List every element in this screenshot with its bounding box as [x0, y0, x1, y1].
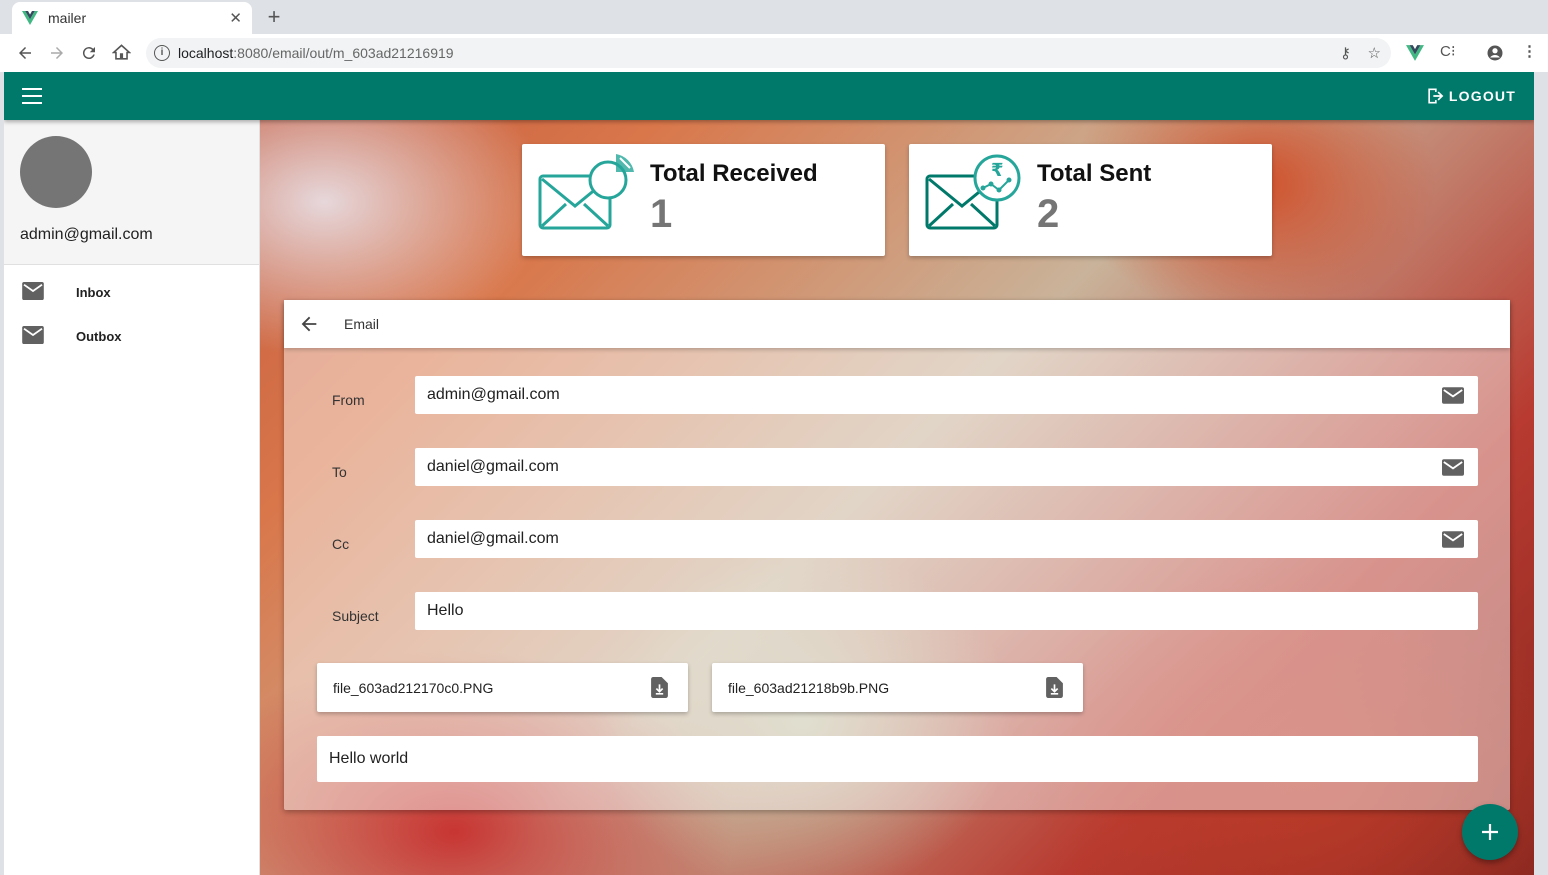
sidebar-item-inbox[interactable]: Inbox	[4, 270, 259, 314]
address-bar[interactable]: i localhost:8080/email/out/m_603ad212169…	[146, 38, 1391, 68]
mail-icon	[22, 326, 44, 344]
sidebar-item-label: Outbox	[76, 328, 122, 344]
email-body-text: Hello world	[329, 750, 409, 767]
logout-label: LOGOUT	[1448, 88, 1516, 104]
cc-field[interactable]: daniel@gmail.com	[415, 520, 1478, 558]
sidebar-item-outbox[interactable]: Outbox	[4, 314, 259, 358]
key-icon[interactable]: ⚷	[1340, 44, 1351, 62]
mail-icon	[1442, 459, 1464, 476]
extension-icon[interactable]: C⁝	[1440, 42, 1456, 60]
subject-field[interactable]: Hello	[415, 592, 1478, 630]
download-file-icon[interactable]	[1046, 677, 1063, 698]
tab-title: mailer	[48, 10, 87, 26]
attachment-chip[interactable]: file_603ad21218b9b.PNG	[712, 663, 1083, 712]
sent-mail-rupee-icon: ₹	[925, 154, 1021, 230]
compose-fab-button[interactable]	[1462, 804, 1518, 860]
home-icon[interactable]	[112, 43, 131, 62]
avatar	[20, 136, 92, 208]
to-field[interactable]: daniel@gmail.com	[415, 448, 1478, 486]
hamburger-menu-icon[interactable]	[22, 88, 42, 104]
browser-menu-icon[interactable]: ⋮	[1522, 42, 1537, 60]
browser-toolbar: i localhost:8080/email/out/m_603ad212169…	[0, 34, 1548, 72]
total-received-card: Total Received 1	[522, 144, 885, 256]
svg-text:₹: ₹	[991, 160, 1004, 181]
app-bar: LOGOUT	[4, 72, 1534, 120]
mail-icon	[1442, 531, 1464, 548]
mail-icon	[1442, 387, 1464, 404]
vue-logo-icon	[22, 11, 38, 25]
email-card-title: Email	[344, 316, 380, 332]
total-sent-value: 2	[1037, 192, 1060, 236]
close-tab-icon[interactable]: ✕	[229, 9, 242, 27]
new-tab-button[interactable]: +	[264, 4, 284, 30]
back-arrow-icon[interactable]	[298, 313, 320, 335]
sidebar-item-label: Inbox	[76, 284, 111, 300]
plus-icon	[1482, 824, 1498, 840]
bookmark-star-icon[interactable]: ☆	[1368, 44, 1381, 62]
drawer-user-email: admin@gmail.com	[20, 226, 153, 243]
url-host: localhost	[178, 45, 234, 61]
navigation-drawer: admin@gmail.com Inbox Outbox	[4, 120, 260, 875]
browser-tabbar: mailer ✕ +	[0, 0, 1548, 34]
browser-tab[interactable]: mailer ✕	[12, 2, 252, 34]
back-arrow-icon[interactable]	[16, 44, 34, 62]
logout-button[interactable]: LOGOUT	[1417, 82, 1524, 110]
email-card-toolbar: Email	[284, 300, 1510, 348]
mail-icon	[22, 282, 44, 300]
cc-label: Cc	[332, 536, 350, 552]
vue-devtools-icon[interactable]	[1406, 45, 1424, 61]
to-value: daniel@gmail.com	[427, 458, 559, 475]
total-received-value: 1	[650, 192, 673, 236]
attachment-name: file_603ad212170c0.PNG	[333, 679, 494, 696]
download-file-icon[interactable]	[651, 677, 668, 698]
reload-icon[interactable]	[80, 44, 98, 62]
attachment-chip[interactable]: file_603ad212170c0.PNG	[317, 663, 688, 712]
subject-label: Subject	[332, 608, 379, 624]
site-info-icon[interactable]: i	[154, 45, 170, 61]
app-root: LOGOUT admin@gmail.com Inbox Outbox Tota…	[4, 72, 1534, 875]
forward-arrow-icon[interactable]	[48, 44, 66, 62]
total-received-title: Total Received	[650, 160, 818, 187]
email-body: Hello world	[317, 736, 1478, 782]
received-mail-chart-icon	[538, 154, 634, 230]
to-label: To	[332, 464, 347, 480]
attachment-name: file_603ad21218b9b.PNG	[728, 679, 890, 696]
email-detail-card: Email From admin@gmail.com To daniel@gma…	[284, 300, 1510, 810]
drawer-header: admin@gmail.com	[4, 120, 259, 265]
from-value: admin@gmail.com	[427, 386, 560, 403]
total-sent-title: Total Sent	[1037, 160, 1152, 187]
logout-icon	[1428, 88, 1444, 104]
subject-value: Hello	[427, 602, 464, 619]
cc-value: daniel@gmail.com	[427, 530, 559, 547]
profile-icon[interactable]	[1486, 44, 1504, 62]
from-label: From	[332, 392, 365, 408]
from-field[interactable]: admin@gmail.com	[415, 376, 1478, 414]
total-sent-card: ₹ Total Sent 2	[909, 144, 1272, 256]
url-path: :8080/email/out/m_603ad21216919	[233, 45, 454, 61]
